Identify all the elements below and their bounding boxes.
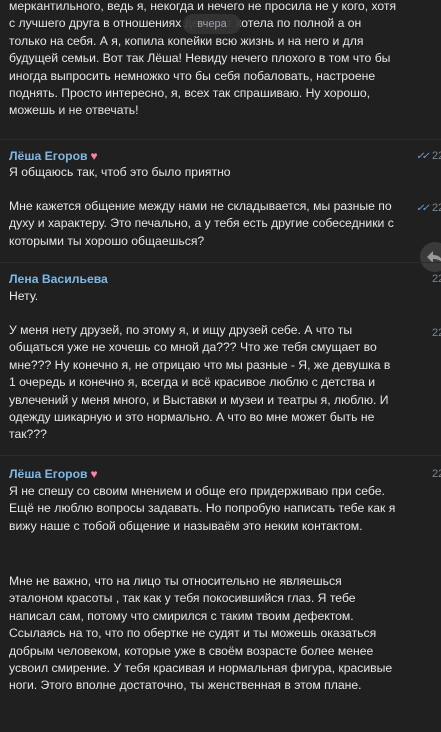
message-text: Нету. (9, 289, 39, 303)
divider (0, 455, 441, 456)
heart-icon: ♥ (90, 467, 98, 481)
sender-name[interactable]: Лёша Егоров ♥ (9, 466, 98, 482)
sender-name-label: Лёша Егоров (9, 467, 88, 481)
message-text: У меня нету друзей, по этому я, и ищу др… (9, 323, 394, 442)
divider (0, 139, 441, 140)
reply-button[interactable] (420, 242, 441, 272)
message-text: Мне не важно, что на лицо ты относительн… (9, 574, 396, 693)
sender-name[interactable]: Лёша Егоров ♥ (9, 148, 98, 164)
read-checkmarks-icon: ✓✓ (416, 151, 430, 162)
heart-icon: ♥ (90, 149, 98, 163)
divider (0, 262, 441, 263)
message-time: 22 (432, 202, 441, 214)
message-text: Я общаюсь так, чтоб это было приятно (9, 165, 231, 179)
message-time: 22 (432, 327, 441, 339)
sender-name[interactable]: Лена Васильева (9, 271, 108, 287)
message-text: Я не спешу со своим мнением и обще его п… (9, 484, 399, 533)
message-time: 22 (432, 468, 441, 480)
message-text: Мне кажется общение между нами не склады… (9, 199, 398, 248)
sender-name-label: Лена Васильева (9, 272, 108, 286)
chat-history[interactable]: меркантильного, ведь я, некогда и нечего… (0, 0, 441, 732)
date-badge: вчера (183, 14, 241, 34)
message-time: 22 (432, 273, 441, 285)
message-time: 22 (432, 150, 441, 162)
read-checkmarks-icon: ✓✓ (416, 203, 430, 214)
sender-name-label: Лёша Егоров (9, 149, 88, 163)
